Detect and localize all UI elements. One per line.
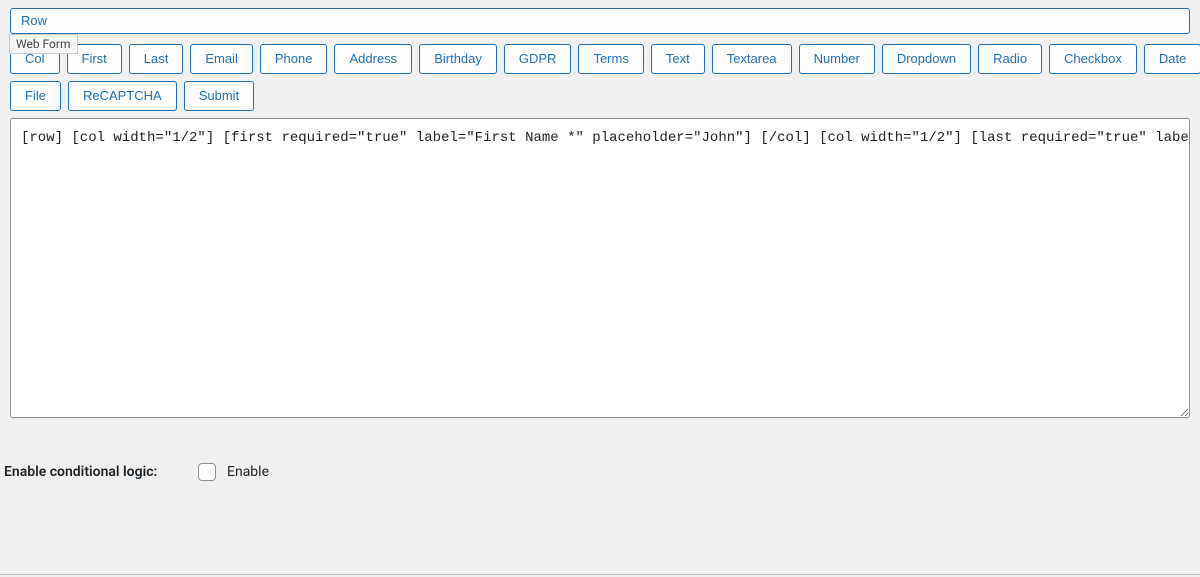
textarea-button[interactable]: Textarea: [712, 44, 792, 74]
recaptcha-button[interactable]: ReCAPTCHA: [68, 81, 177, 111]
shortcode-buttons-row-2: File ReCAPTCHA Submit: [10, 81, 1190, 111]
shortcode-toolbar: Col First Last Email Phone Address Birth…: [10, 44, 1190, 111]
shortcode-buttons-row-1: Col First Last Email Phone Address Birth…: [10, 44, 1190, 74]
gdpr-button[interactable]: GDPR: [504, 44, 572, 74]
row-button[interactable]: Row: [10, 8, 1190, 34]
terms-button[interactable]: Terms: [578, 44, 643, 74]
checkbox-button[interactable]: Checkbox: [1049, 44, 1137, 74]
file-button[interactable]: File: [10, 81, 61, 111]
radio-button[interactable]: Radio: [978, 44, 1042, 74]
address-button[interactable]: Address: [334, 44, 412, 74]
bottom-divider: [0, 574, 1200, 575]
dropdown-button[interactable]: Dropdown: [882, 44, 971, 74]
shortcode-textarea[interactable]: [row] [col width="1/2"] [first required=…: [10, 118, 1190, 418]
number-button[interactable]: Number: [799, 44, 875, 74]
date-button[interactable]: Date: [1144, 44, 1200, 74]
last-button[interactable]: Last: [129, 44, 184, 74]
enable-conditional-logic-label: Enable conditional logic:: [4, 463, 194, 482]
phone-button[interactable]: Phone: [260, 44, 328, 74]
web-form-tooltip: Web Form: [9, 34, 78, 54]
text-button[interactable]: Text: [651, 44, 705, 74]
email-button[interactable]: Email: [190, 44, 253, 74]
enable-conditional-logic-text: Enable: [227, 464, 269, 480]
birthday-button[interactable]: Birthday: [419, 44, 497, 74]
enable-conditional-logic-checkbox[interactable]: [198, 463, 216, 481]
submit-button[interactable]: Submit: [184, 81, 254, 111]
enable-conditional-logic-row: Enable conditional logic: Enable: [4, 460, 1190, 484]
